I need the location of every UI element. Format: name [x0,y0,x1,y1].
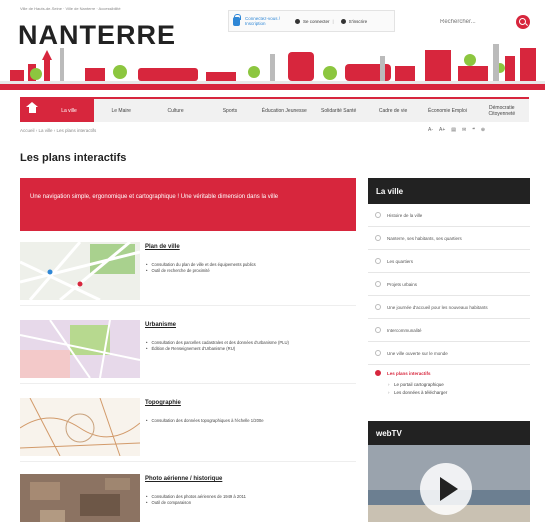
email-icon[interactable]: ✉ [462,127,466,133]
entry-photo-aerienne: Photo aérienne / historique Consultation… [20,474,356,522]
login-label: Se connecter [303,18,330,24]
play-icon[interactable] [420,463,472,515]
connect-label: Connectez-vous / Inscription [245,16,281,26]
circle-icon [375,370,381,376]
entry-bullets: Consultation des données topographiques … [146,418,351,424]
sidebar-item-monde[interactable]: Une ville ouverte sur le monde [368,342,530,365]
connect-link[interactable]: Connectez-vous / Inscription [229,13,291,26]
bullet-item: Consultation des données topographiques … [146,418,351,424]
circle-icon [375,235,381,241]
register-icon [340,18,346,24]
login-link[interactable]: Se connecter [295,18,330,24]
entry-bullets: Consultation des parcelles cadastrales e… [146,340,351,352]
login-icon [295,18,300,24]
entry-title[interactable]: Plan de ville [145,244,180,250]
nav-item-education[interactable]: Éducation Jeunesse [257,99,311,122]
entry-topographie: Topographie Consultation des données top… [20,398,356,462]
entry-bullets: Consultation du plan de ville et des équ… [146,262,351,274]
sidebar-item-label: Projets urbains [387,281,418,287]
bullet-item: Outil de comparaison [146,500,351,506]
webtv-heading: webTV [368,421,530,445]
webtv-video[interactable] [368,445,530,522]
nav-item-culture[interactable]: Culture [148,99,202,122]
sidebar-item-label: Histoire de la ville [387,212,423,218]
bullet-item: Édition de Renseignement d'Urbanisme (RU… [146,346,351,352]
register-link[interactable]: S'inscrire [340,18,368,24]
nav-item-democratie[interactable]: Démocratie Citoyenneté [475,99,529,122]
sidebar-item-label: Une journée d'accueil pour les nouveaux … [387,304,488,310]
sidebar-item-label: Nanterre, ses habitants, ses quartiers [387,235,462,241]
urbanism-map-thumbnail[interactable] [20,320,140,378]
circle-icon [375,258,381,264]
sidebar-heading: La ville [368,178,530,204]
font-increase-button[interactable]: A+ [439,127,445,133]
quote-icon[interactable]: ❝ [472,127,475,133]
entry-title[interactable]: Topographie [145,400,181,406]
nav-item-economie[interactable]: Économie Emploi [420,99,474,122]
sidebar-item-intercommunalite[interactable]: Intercommunalité [368,319,530,342]
intro-banner: Une navigation simple, ergonomique et ca… [20,178,356,231]
sidebar-item-label: Une ville ouverte sur le monde [387,350,448,356]
sidebar-item-histoire[interactable]: Histoire de la ville [368,204,530,227]
nav-item-sports[interactable]: Sports [203,99,257,122]
sidebar-item-habitants[interactable]: Nanterre, ses habitants, ses quartiers [368,227,530,250]
aerial-photo-thumbnail[interactable] [20,474,140,522]
print-icon[interactable]: ▤ [451,127,456,133]
bullet-item: Outil de recherche de proximité [146,268,351,274]
nav-item-cadre-de-vie[interactable]: Cadre de vie [366,99,420,122]
sidebar-subitem-portail[interactable]: Le portail cartographique [368,381,530,389]
breadcrumb[interactable]: Accueil › La ville › Les plans interacti… [20,128,96,133]
page-title: Les plans interactifs [20,152,127,164]
sidebar-item-label: Intercommunalité [387,327,422,333]
circle-icon [375,212,381,218]
entry-title[interactable]: Urbanisme [145,322,176,328]
font-decrease-button[interactable]: A- [428,127,433,133]
sidebar-item-accueil[interactable]: Une journée d'accueil pour les nouveaux … [368,296,530,319]
search-input[interactable] [440,19,510,25]
sidebar-item-plans-interactifs[interactable]: Les plans interactifs [368,365,530,381]
entry-plan-de-ville: Plan de ville Consultation du plan de vi… [20,242,356,306]
circle-icon [375,304,381,310]
nav-item-le-maire[interactable]: Le Maire [94,99,148,122]
city-skyline-illustration [0,44,545,90]
main-nav: La ville Le Maire Culture Sports Éducati… [20,97,529,122]
page-tools: A- A+ ▤ ✉ ❝ ⊕ [428,127,485,133]
divider: | [332,18,334,24]
circle-icon [375,350,381,356]
sidebar-item-projets[interactable]: Projets urbains [368,273,530,296]
sidebar-item-label: Les plans interactifs [387,370,431,376]
share-icon[interactable]: ⊕ [481,127,485,133]
search-bar [440,12,532,32]
sidebar-subitem-donnees[interactable]: Les données à télécharger [368,389,530,397]
nav-item-solidarite[interactable]: Solidarité Santé [312,99,366,122]
entry-title[interactable]: Photo aérienne / historique [145,476,222,482]
circle-icon [375,281,381,287]
circle-icon [375,327,381,333]
search-button[interactable] [516,15,530,29]
nav-item-la-ville[interactable]: La ville [44,99,94,122]
topography-map-thumbnail[interactable] [20,398,140,456]
sidebar-item-label: Les quartiers [387,258,414,264]
entry-urbanisme: Urbanisme Consultation des parcelles cad… [20,320,356,384]
register-label: S'inscrire [348,18,368,24]
city-map-thumbnail[interactable] [20,242,140,300]
sidebar-item-quartiers[interactable]: Les quartiers [368,250,530,273]
entry-bullets: Consultation des photos aériennes de 194… [146,494,351,506]
lock-icon [233,13,241,26]
sidebar-menu: Histoire de la ville Nanterre, ses habit… [368,204,530,397]
top-tagline: Ville de Hauts-de-Seine · Ville de Nante… [20,6,121,11]
account-box: Connectez-vous / Inscription Se connecte… [228,10,395,32]
home-button[interactable] [20,99,44,122]
home-icon [25,102,38,115]
